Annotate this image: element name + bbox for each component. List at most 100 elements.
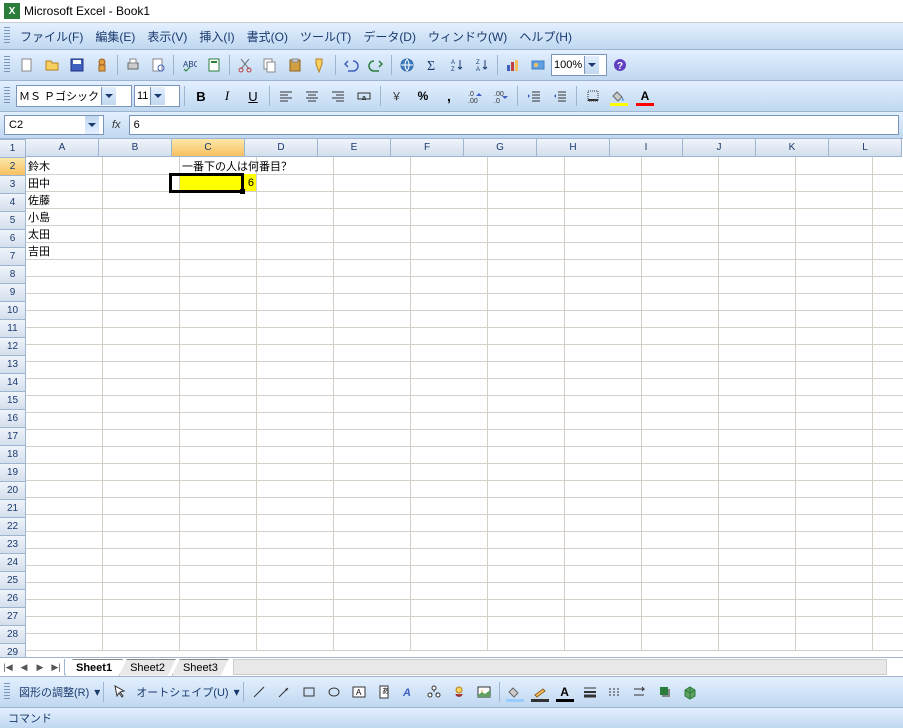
cell-D5[interactable] (257, 225, 334, 243)
decrease-indent-button[interactable] (522, 84, 546, 108)
autoshapes-menu[interactable]: オートシェイプ(U) (132, 684, 232, 700)
cell-C25[interactable] (180, 565, 257, 583)
cell-L12[interactable] (873, 344, 903, 362)
cell-B28[interactable] (103, 616, 180, 634)
cell-K13[interactable] (796, 361, 873, 379)
cell-B6[interactable] (103, 242, 180, 260)
cell-C20[interactable] (180, 480, 257, 498)
line-button[interactable] (247, 680, 271, 704)
cell-C27[interactable] (180, 599, 257, 617)
cell-D2[interactable] (257, 174, 334, 192)
hyperlink-button[interactable] (395, 53, 419, 77)
borders-button[interactable] (581, 84, 605, 108)
cell-D23[interactable] (257, 531, 334, 549)
row-header-25[interactable]: 25 (0, 572, 26, 590)
cell-C14[interactable] (180, 378, 257, 396)
cell-G28[interactable] (488, 616, 565, 634)
research-button[interactable] (202, 53, 226, 77)
cell-F28[interactable] (411, 616, 488, 634)
cell-B9[interactable] (103, 293, 180, 311)
cell-D1[interactable] (257, 157, 334, 175)
cell-B17[interactable] (103, 429, 180, 447)
cell-G14[interactable] (488, 378, 565, 396)
dash-style-button[interactable] (603, 680, 627, 704)
cell-J6[interactable] (719, 242, 796, 260)
cell-D26[interactable] (257, 582, 334, 600)
cell-B10[interactable] (103, 310, 180, 328)
cell-F13[interactable] (411, 361, 488, 379)
cell-L24[interactable] (873, 548, 903, 566)
cell-L14[interactable] (873, 378, 903, 396)
cell-L19[interactable] (873, 463, 903, 481)
dropdown-icon[interactable] (584, 56, 599, 74)
cell-K22[interactable] (796, 514, 873, 532)
cell-A2[interactable]: 田中 (26, 174, 103, 192)
rectangle-button[interactable] (297, 680, 321, 704)
cell-G12[interactable] (488, 344, 565, 362)
cell-E20[interactable] (334, 480, 411, 498)
grip-icon[interactable] (4, 27, 10, 45)
row-header-22[interactable]: 22 (0, 518, 26, 536)
cell-D21[interactable] (257, 497, 334, 515)
line-color-button[interactable] (528, 680, 552, 704)
decrease-decimal-button[interactable]: .00.0 (489, 84, 513, 108)
permission-button[interactable] (90, 53, 114, 77)
cell-K1[interactable] (796, 157, 873, 175)
cell-D8[interactable] (257, 276, 334, 294)
cell-F1[interactable] (411, 157, 488, 175)
cell-A7[interactable] (26, 259, 103, 277)
cell-A13[interactable] (26, 361, 103, 379)
row-header-19[interactable]: 19 (0, 464, 26, 482)
arrow-style-button[interactable] (628, 680, 652, 704)
comma-button[interactable]: , (437, 84, 461, 108)
cell-C12[interactable] (180, 344, 257, 362)
cell-I4[interactable] (642, 208, 719, 226)
dropdown-icon[interactable] (101, 87, 116, 105)
new-button[interactable] (15, 53, 39, 77)
cell-E24[interactable] (334, 548, 411, 566)
cell-B14[interactable] (103, 378, 180, 396)
cell-C13[interactable] (180, 361, 257, 379)
cell-D4[interactable] (257, 208, 334, 226)
cell-E25[interactable] (334, 565, 411, 583)
sheet-tab-sheet3[interactable]: Sheet3 (172, 659, 229, 676)
cell-D27[interactable] (257, 599, 334, 617)
grip-icon[interactable] (4, 683, 10, 701)
row-header-18[interactable]: 18 (0, 446, 26, 464)
cell-J9[interactable] (719, 293, 796, 311)
cell-B4[interactable] (103, 208, 180, 226)
preview-button[interactable] (146, 53, 170, 77)
cell-K17[interactable] (796, 429, 873, 447)
cell-F27[interactable] (411, 599, 488, 617)
cell-F4[interactable] (411, 208, 488, 226)
cell-G7[interactable] (488, 259, 565, 277)
cell-G5[interactable] (488, 225, 565, 243)
cell-F21[interactable] (411, 497, 488, 515)
font-combo[interactable]: ＭＳ Ｐゴシック (16, 85, 132, 107)
cell-C1[interactable]: 一番下の人は何番目？ (180, 157, 257, 175)
cell-L29[interactable] (873, 633, 903, 651)
cell-J1[interactable] (719, 157, 796, 175)
cell-A22[interactable] (26, 514, 103, 532)
cell-F5[interactable] (411, 225, 488, 243)
cell-G10[interactable] (488, 310, 565, 328)
cell-J20[interactable] (719, 480, 796, 498)
cell-A24[interactable] (26, 548, 103, 566)
cell-K4[interactable] (796, 208, 873, 226)
cell-I27[interactable] (642, 599, 719, 617)
cell-E12[interactable] (334, 344, 411, 362)
cell-B2[interactable] (103, 174, 180, 192)
menu-edit[interactable]: 編集(E) (89, 26, 141, 47)
cell-E4[interactable] (334, 208, 411, 226)
cell-A3[interactable]: 佐藤 (26, 191, 103, 209)
drawing-button[interactable] (526, 53, 550, 77)
cell-A14[interactable] (26, 378, 103, 396)
cell-E8[interactable] (334, 276, 411, 294)
increase-indent-button[interactable] (548, 84, 572, 108)
cell-A11[interactable] (26, 327, 103, 345)
cell-B5[interactable] (103, 225, 180, 243)
cell-L6[interactable] (873, 242, 903, 260)
cell-K3[interactable] (796, 191, 873, 209)
dropdown-icon[interactable] (85, 116, 99, 134)
cell-A1[interactable]: 鈴木 (26, 157, 103, 175)
